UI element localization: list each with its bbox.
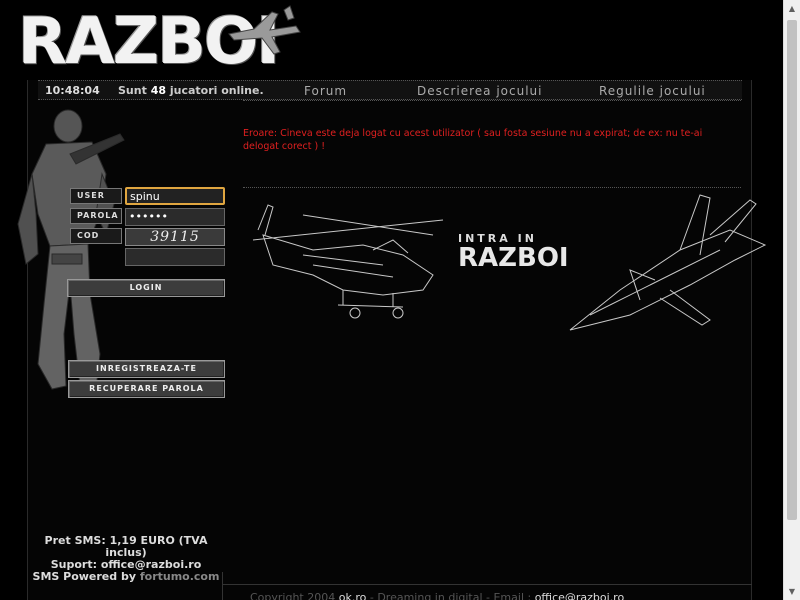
sms-price: Pret SMS: 1,19 EURO (TVA inclus) <box>44 534 208 559</box>
footer-line <box>222 584 752 585</box>
password-input[interactable]: •••••• <box>125 208 225 226</box>
soldier-image <box>17 109 125 390</box>
ok-link[interactable]: ok.ro <box>339 591 367 600</box>
code-label: COD <box>70 228 122 244</box>
scroll-down-icon[interactable]: ▼ <box>784 583 800 600</box>
sms-powered-prefix: SMS Powered by <box>32 570 137 583</box>
captcha-input[interactable] <box>125 248 225 266</box>
site-logo[interactable]: RAZBOI <box>14 4 301 78</box>
recover-password-button[interactable]: RECUPERARE PAROLA <box>68 380 225 398</box>
promo-big-text: RAZBOI <box>458 243 569 273</box>
sms-info: Pret SMS: 1,19 EURO (TVA inclus) Suport:… <box>28 535 224 583</box>
nav-game-description[interactable]: Descrierea jocului <box>417 84 543 98</box>
nav-forum[interactable]: Forum <box>304 84 347 98</box>
online-prefix: Sunt <box>118 84 147 97</box>
fighter-jet-wireframe-icon <box>569 194 767 331</box>
nav-game-rules[interactable]: Regulile jocului <box>599 84 706 98</box>
page-scrollbar[interactable]: ▲ ▼ <box>783 0 800 600</box>
copyright-prefix: Copyright 2004 <box>250 591 336 600</box>
footer-divider <box>222 572 223 600</box>
register-button[interactable]: INREGISTREAZA-TE <box>68 360 225 378</box>
password-label: PAROLA <box>70 208 122 224</box>
scroll-up-icon[interactable]: ▲ <box>784 0 800 17</box>
user-label: USER <box>70 188 122 204</box>
error-message: Eroare: Cineva este deja logat cu acest … <box>243 128 703 152</box>
sms-powered: SMS Powered by fortumo.com <box>28 571 224 583</box>
captcha-image: 39115 <box>125 228 225 246</box>
helicopter-icon <box>252 204 444 319</box>
server-clock: 10:48:04 <box>45 84 100 97</box>
content-divider <box>243 187 741 188</box>
login-button[interactable]: LOGIN <box>67 279 225 297</box>
online-count: 48 <box>150 84 166 97</box>
scrollbar-thumb[interactable] <box>787 20 797 520</box>
fortumo-link[interactable]: fortumo.com <box>140 570 220 583</box>
email-link[interactable]: office@razboi.ro <box>535 591 625 600</box>
main-frame <box>27 80 752 600</box>
online-suffix: jucatori online. <box>169 84 264 97</box>
copyright-middle: - Dreaming in digital - Email : <box>369 591 532 600</box>
promo-block[interactable]: INTRA IN RAZBOI <box>458 232 569 271</box>
online-players: Sunt 48 jucatori online. <box>118 84 264 97</box>
fighter-jet-icon <box>228 5 301 55</box>
copyright: Copyright 2004 ok.ro - Dreaming in digit… <box>250 591 624 600</box>
content-divider-top <box>243 100 741 101</box>
username-input[interactable] <box>125 187 225 205</box>
